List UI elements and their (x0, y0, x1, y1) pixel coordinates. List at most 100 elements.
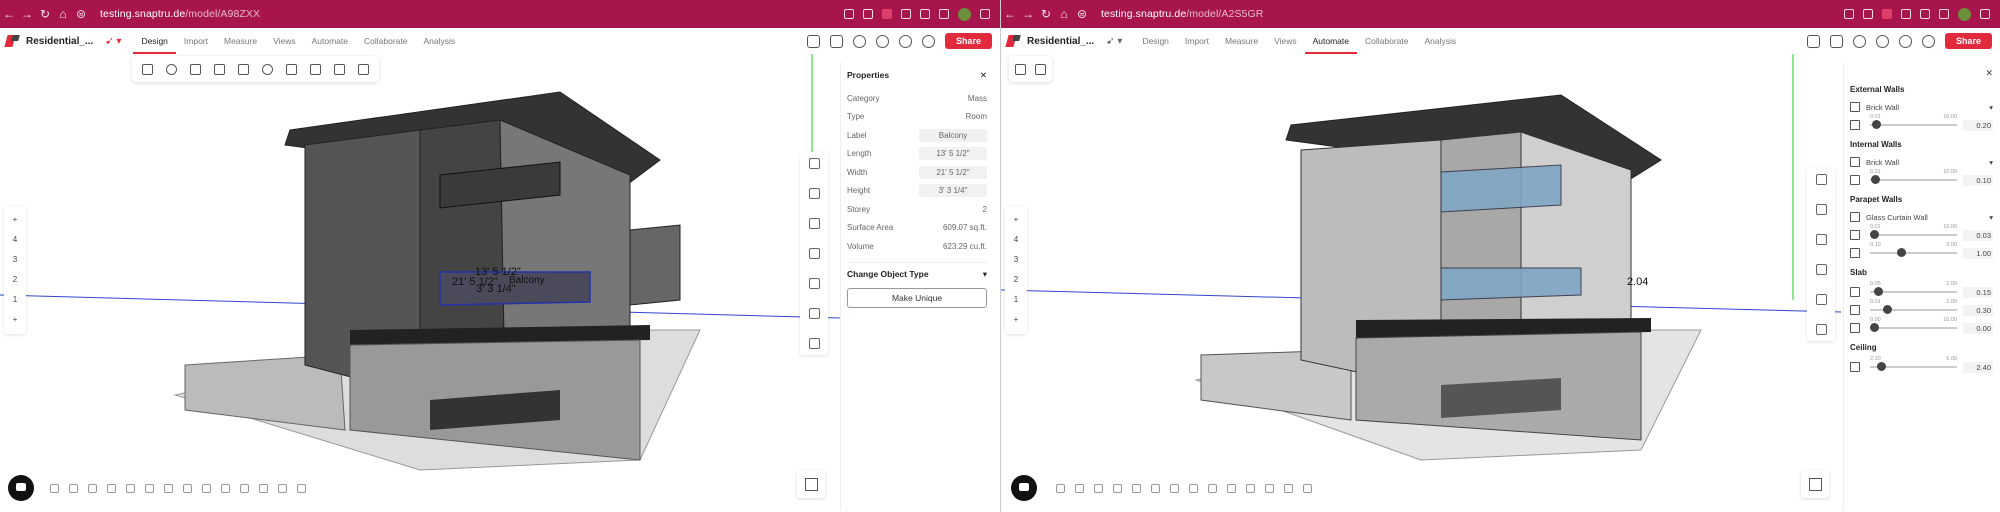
slider-knob[interactable] (1870, 323, 1879, 332)
storey-1-button[interactable]: 1 (13, 290, 17, 310)
site-info-icon[interactable]: ⊜ (1073, 7, 1091, 21)
doors-icon[interactable] (1815, 204, 1827, 215)
light-icon[interactable] (126, 484, 135, 493)
storey-4-button[interactable]: 4 (1014, 230, 1018, 250)
add-storey-down-button[interactable]: + (13, 310, 18, 330)
slider-knob[interactable] (1883, 305, 1893, 314)
bookmark-star-icon[interactable] (1863, 9, 1873, 19)
split-icon[interactable] (310, 63, 321, 75)
redo-icon[interactable] (69, 484, 78, 493)
length-input[interactable]: 13' 5 1/2" (919, 147, 987, 161)
move-icon[interactable] (190, 63, 201, 75)
tab-measure[interactable]: Measure (1217, 28, 1266, 54)
zoom-extents-icon[interactable] (221, 484, 230, 493)
tab-views[interactable]: Views (1266, 28, 1305, 54)
sustainability-icon[interactable] (898, 34, 912, 48)
snaptrude-logo[interactable] (6, 34, 20, 48)
reload-icon[interactable]: ↻ (36, 7, 54, 21)
cost-icon[interactable] (1852, 34, 1866, 48)
param-value-input[interactable]: 1.00 (1963, 247, 1993, 259)
download-icon[interactable] (1939, 9, 1949, 19)
extensions-puzzle-icon[interactable] (1901, 9, 1911, 19)
chat-button[interactable] (8, 475, 34, 501)
properties-icon[interactable] (808, 158, 820, 169)
hide-icon[interactable] (183, 484, 192, 493)
tab-automate[interactable]: Automate (1304, 28, 1357, 54)
windows-icon[interactable] (808, 248, 820, 259)
profile-avatar[interactable] (1958, 7, 1971, 21)
param-value-input[interactable]: 0.30 (1963, 304, 1993, 316)
zoom-out-icon[interactable] (1265, 484, 1274, 493)
slider-knob[interactable] (1870, 230, 1879, 239)
viewcube-button[interactable] (797, 470, 825, 498)
circle-icon[interactable] (166, 63, 177, 75)
storey-2-button[interactable]: 2 (13, 270, 17, 290)
project-name[interactable]: Residential_... (1027, 36, 1094, 47)
select-tool-icon[interactable]: ➹ ▾ (105, 36, 121, 47)
storey-1-button[interactable]: 1 (1014, 290, 1018, 310)
download-icon[interactable] (939, 9, 949, 19)
close-icon[interactable]: ✕ (1850, 68, 1993, 79)
storey-2-button[interactable]: 2 (1014, 270, 1018, 290)
storey-3-button[interactable]: 3 (13, 250, 17, 270)
view-eye-icon[interactable] (1921, 34, 1935, 48)
project-name[interactable]: Residential_... (26, 36, 93, 47)
share-button[interactable]: Share (1944, 33, 1992, 49)
layers-icon[interactable] (806, 34, 820, 48)
param-slider[interactable]: 0.01 2.00 (1870, 299, 1957, 314)
width-input[interactable]: 21' 5 1/2" (919, 165, 987, 179)
sidepanel-icon[interactable] (920, 9, 930, 19)
profile-avatar[interactable] (958, 7, 971, 21)
comments-icon[interactable] (875, 34, 889, 48)
param-value-input[interactable]: 0.00 (1963, 322, 1993, 334)
auto-furniture-icon[interactable] (1035, 63, 1046, 75)
forward-icon[interactable]: → (1019, 7, 1037, 21)
tab-measure[interactable]: Measure (216, 28, 265, 54)
home-icon[interactable]: ⌂ (54, 7, 72, 21)
address-bar[interactable]: testing.snaptru.de/model/A2S5GR (1101, 8, 1263, 20)
cast-icon[interactable] (844, 9, 854, 19)
snaptrude-logo[interactable] (1007, 34, 1021, 48)
param-value-input[interactable]: 0.20 (1963, 119, 1993, 131)
zoom-window-icon[interactable] (278, 484, 287, 493)
share-button[interactable]: Share (944, 33, 992, 49)
hide-icon[interactable] (1189, 484, 1198, 493)
bookmark-star-icon[interactable] (863, 9, 873, 19)
param-slider[interactable]: 0.05 2.00 (1870, 281, 1957, 296)
settings-icon[interactable] (1094, 484, 1103, 493)
staircase-icon[interactable] (1815, 264, 1827, 275)
pan-icon[interactable] (1208, 484, 1217, 493)
draw-icon[interactable] (107, 484, 116, 493)
param-value-input[interactable]: 0.03 (1963, 229, 1993, 241)
extensions-puzzle-icon[interactable] (901, 9, 911, 19)
slider-knob[interactable] (1871, 120, 1881, 129)
windows-icon[interactable] (1815, 234, 1827, 245)
tab-design[interactable]: Design (133, 28, 176, 54)
staircase-icon[interactable] (808, 278, 820, 289)
offset-icon[interactable] (334, 63, 345, 75)
push-pull-icon[interactable] (214, 63, 225, 75)
tab-collaborate[interactable]: Collaborate (356, 28, 415, 54)
param-slider[interactable]: 2.10 6.00 (1870, 356, 1957, 371)
back-icon[interactable]: ← (0, 7, 18, 21)
zoom-in-icon[interactable] (1246, 484, 1255, 493)
slider-knob[interactable] (1876, 362, 1886, 371)
param-slider[interactable]: 0.00 10.00 (1870, 317, 1957, 332)
cost-icon[interactable] (852, 34, 866, 48)
delete-icon[interactable] (1303, 484, 1312, 493)
sidepanel-icon[interactable] (1920, 9, 1930, 19)
back-icon[interactable]: ← (1001, 7, 1019, 21)
slider-knob[interactable] (1874, 287, 1884, 296)
param-value-input[interactable]: 2.40 (1963, 361, 1993, 373)
label-input[interactable]: Balcony (919, 128, 987, 142)
view-eye-icon[interactable] (921, 34, 935, 48)
undo-icon[interactable] (1056, 484, 1065, 493)
tab-views[interactable]: Views (265, 28, 304, 54)
tab-design[interactable]: Design (1134, 28, 1176, 54)
cast-icon[interactable] (1844, 9, 1854, 19)
param-value-input[interactable]: 0.15 (1963, 286, 1993, 298)
tab-analysis[interactable]: Analysis (415, 28, 463, 54)
param-value-input[interactable]: 0.10 (1963, 174, 1993, 186)
add-storey-down-button[interactable]: + (1014, 310, 1019, 330)
copy-icon[interactable] (238, 63, 249, 75)
